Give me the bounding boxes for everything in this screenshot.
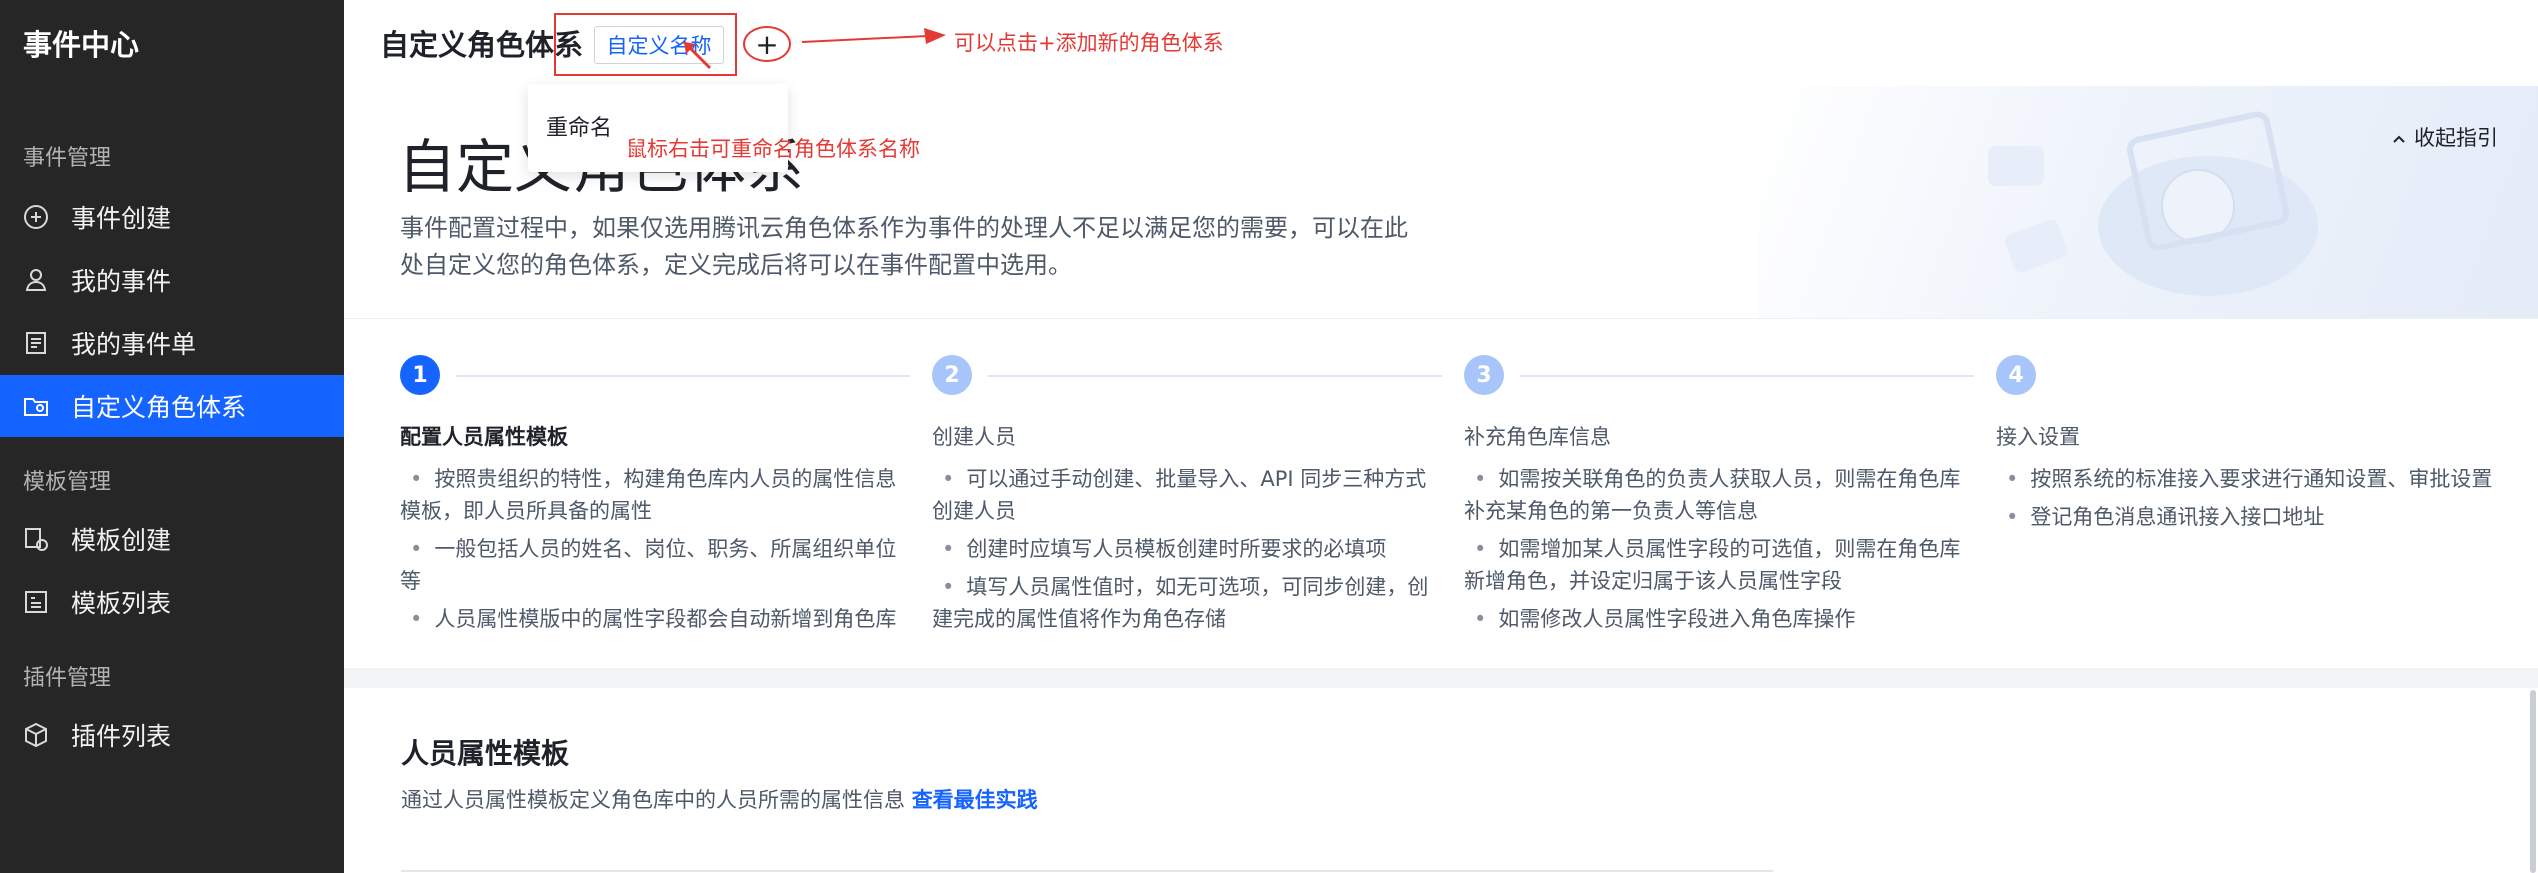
step-bullet: 创建时应填写人员模板创建时所要求的必填项 [932,533,1442,565]
sidebar-item-label: 插件列表 [71,722,172,751]
step-title: 创建人员 [932,425,1016,449]
attribute-template-section: 人员属性模板 通过人员属性模板定义角色库中的人员所需的属性信息 查看最佳实践 [344,688,2538,873]
section-template-management: 模板管理 [23,470,112,495]
step-bullets: 按照贵组织的特性，构建角色库内人员的属性信息模板，即人员所具备的属性 一般包括人… [400,463,910,635]
step-title: 配置人员属性模板 [400,425,568,449]
annotation-arrow [801,28,946,44]
sidebar-item-plugin-list[interactable]: 插件列表 [0,704,344,766]
sidebar-item-label: 模板列表 [71,589,172,618]
sidebar-item-template-list[interactable]: 模板列表 [0,571,344,633]
step-bullet: 登记角色消息通讯接入接口地址 [1996,501,2506,533]
step-bullets: 如需按关联角色的负责人获取人员，则需在角色库补充某角色的第一负责人等信息 如需增… [1464,463,1974,635]
step-bullet: 一般包括人员的姓名、岗位、职务、所属组织单位等 [400,533,910,597]
section-description-text: 通过人员属性模板定义角色库中的人员所需的属性信息 [401,788,905,812]
banner-illustration [1758,86,2538,318]
sidebar-item-custom-roles[interactable]: 自定义角色体系 [0,375,344,437]
sidebar-item-label: 我的事件单 [71,330,197,359]
table-top-border [401,870,1773,872]
step-bullets: 可以通过手动创建、批量导入、API 同步三种方式创建人员 创建时应填写人员模板创… [932,463,1442,635]
app-brand: 事件中心 [23,28,140,62]
annotation-add-hint: 可以点击+添加新的角色体系 [954,31,1224,55]
user-icon [21,265,51,295]
step-bullet: 填写人员属性值时，如无可选项，可同步创建，创建完成的属性值将作为角色存储 [932,571,1442,635]
annotation-rename-hint: 鼠标右击可重命名角色体系名称 [626,137,920,161]
template-create-icon [21,524,51,554]
step-bullet: 如需按关联角色的负责人获取人员，则需在角色库补充某角色的第一负责人等信息 [1464,463,1974,527]
section-event-management: 事件管理 [23,146,112,171]
step-title: 补充角色库信息 [1464,425,1611,449]
best-practice-link[interactable]: 查看最佳实践 [912,788,1038,812]
template-list-icon [21,587,51,617]
step-3: 3 补充角色库信息 如需按关联角色的负责人获取人员，则需在角色库补充某角色的第一… [1464,355,1974,641]
scrollbar[interactable] [2530,690,2536,873]
step-bullet: 如需修改人员属性字段进入角色库操作 [1464,603,1974,635]
step-1: 1 配置人员属性模板 按照贵组织的特性，构建角色库内人员的属性信息模板，即人员所… [400,355,910,641]
context-menu-rename[interactable]: 重命名 [546,110,612,142]
step-title: 接入设置 [1996,425,2080,449]
step-number: 2 [932,355,972,395]
sidebar-item-event-create[interactable]: 事件创建 [0,186,344,248]
sidebar-item-label: 我的事件 [71,267,172,296]
step-connector [1520,375,1974,377]
sidebar: 事件中心 事件管理 事件创建 我的事件 我的事件单 自定义角色体系 模板管理 模… [0,0,344,873]
collapse-guide-label: 收起指引 [2414,126,2498,150]
step-bullets: 按照系统的标准接入要求进行通知设置、审批设置 登记角色消息通讯接入接口地址 [1996,463,2506,533]
section-divider [344,668,2538,688]
plus-circle-icon [21,202,51,232]
step-bullet: 如需增加某人员属性字段的可选值，则需在角色库新增角色，并设定归属于该人员属性字段 [1464,533,1974,597]
step-bullet: 人员属性模版中的属性字段都会自动新增到角色库 [400,603,910,635]
section-description: 通过人员属性模板定义角色库中的人员所需的属性信息 查看最佳实践 [401,784,1038,814]
list-doc-icon [21,328,51,358]
step-bullet: 按照系统的标准接入要求进行通知设置、审批设置 [1996,463,2506,495]
step-connector [456,375,910,377]
step-bullet: 按照贵组织的特性，构建角色库内人员的属性信息模板，即人员所具备的属性 [400,463,910,527]
sidebar-item-label: 模板创建 [71,526,172,555]
add-role-system-button[interactable]: + [743,26,791,62]
step-number: 1 [400,355,440,395]
guide-steps: 1 配置人员属性模板 按照贵组织的特性，构建角色库内人员的属性信息模板，即人员所… [344,318,2538,669]
sidebar-item-label: 自定义角色体系 [71,393,247,422]
role-folder-icon [21,391,51,421]
step-connector [988,375,1442,377]
sidebar-item-template-create[interactable]: 模板创建 [0,508,344,570]
plus-icon: + [755,27,779,61]
section-title: 人员属性模板 [401,737,570,770]
page-title: 自定义角色体系 [380,28,584,62]
section-plugin-management: 插件管理 [23,666,112,691]
banner-description: 事件配置过程中，如果仅选用腾讯云角色体系作为事件的处理人不足以满足您的需要，可以… [400,214,1408,279]
collapse-guide-button[interactable]: 收起指引 [2391,122,2498,152]
step-number: 4 [1996,355,2036,395]
sidebar-item-my-tickets[interactable]: 我的事件单 [0,312,344,374]
cube-icon [21,720,51,750]
step-bullet: 可以通过手动创建、批量导入、API 同步三种方式创建人员 [932,463,1442,527]
chevron-up-icon [2391,126,2414,150]
sidebar-item-label: 事件创建 [71,204,172,233]
step-4: 4 接入设置 按照系统的标准接入要求进行通知设置、审批设置 登记角色消息通讯接入… [1996,355,2506,539]
sidebar-item-my-events[interactable]: 我的事件 [0,249,344,311]
step-2: 2 创建人员 可以通过手动创建、批量导入、API 同步三种方式创建人员 创建时应… [932,355,1442,641]
step-number: 3 [1464,355,1504,395]
annotation-cursor-arrow [682,40,712,70]
